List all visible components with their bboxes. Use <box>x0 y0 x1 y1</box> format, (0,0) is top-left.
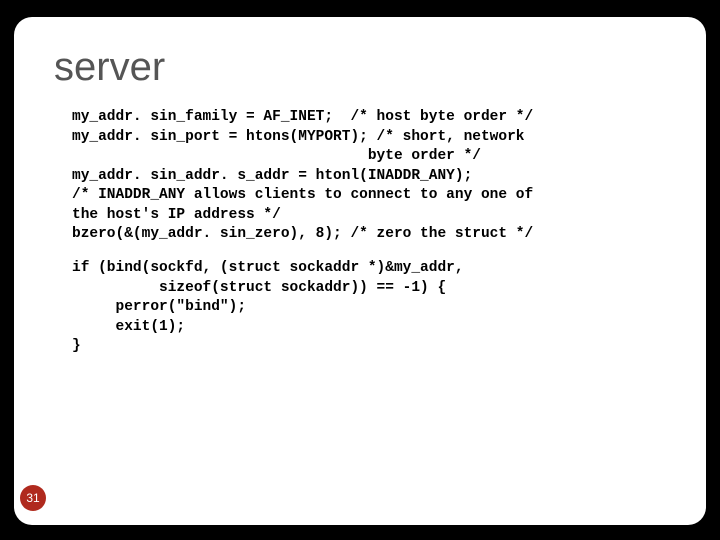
spacer <box>54 245 672 259</box>
slide: server my_addr. sin_family = AF_INET; /*… <box>14 17 706 525</box>
slide-title: server <box>54 45 672 90</box>
page-number: 31 <box>26 491 39 505</box>
page-number-badge: 31 <box>20 485 46 511</box>
code-block-1: my_addr. sin_family = AF_INET; /* host b… <box>72 108 672 245</box>
code-block-2: if (bind(sockfd, (struct sockaddr *)&my_… <box>72 259 672 357</box>
